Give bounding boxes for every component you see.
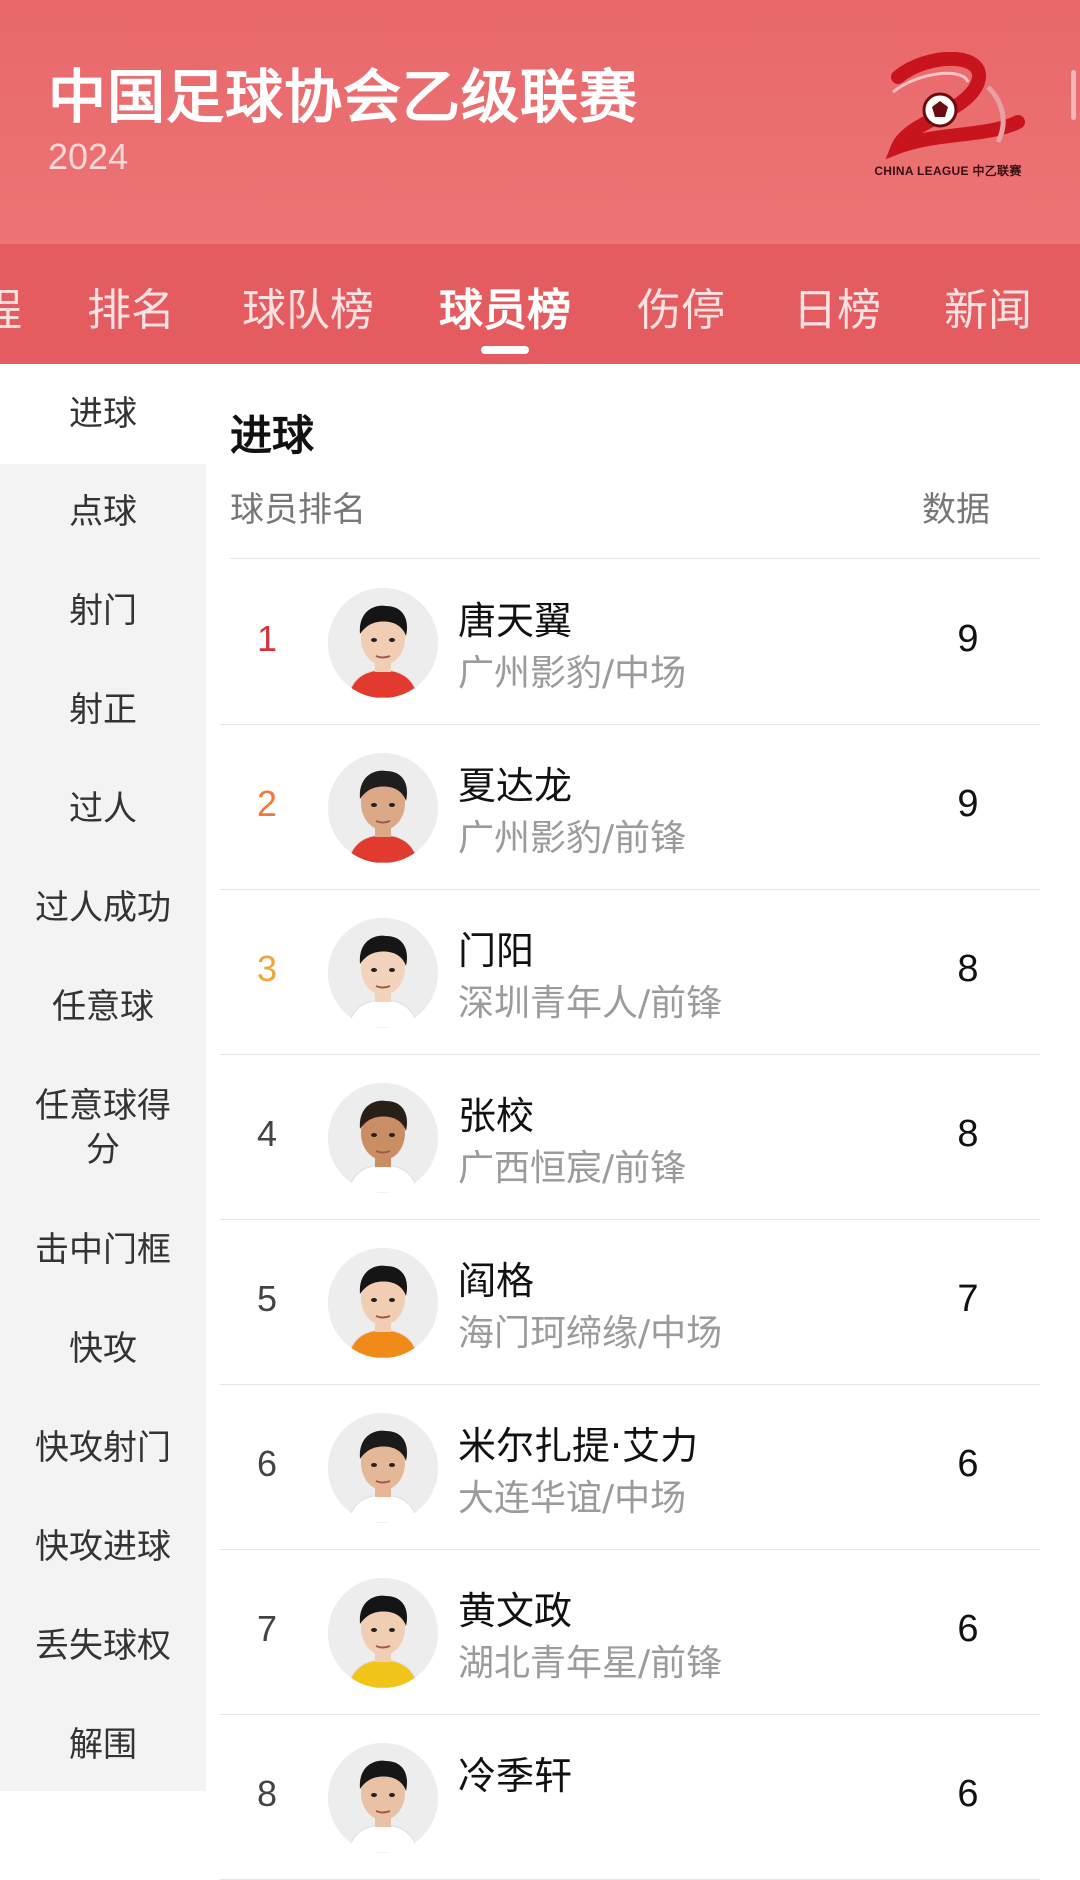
player-avatar xyxy=(328,588,438,698)
player-avatar xyxy=(328,753,438,863)
rank-number: 8 xyxy=(256,1773,278,1814)
player-photo-icon xyxy=(328,1578,438,1688)
sidebar-item-clearances[interactable]: 解围 xyxy=(0,1723,206,1767)
player-stat-value: 7 xyxy=(957,1278,979,1320)
player-photo-icon xyxy=(328,1248,438,1358)
player-name: 黄文政 xyxy=(458,1589,573,1633)
player-stat-value: 6 xyxy=(957,1773,979,1815)
tab-daily[interactable]: 日榜 xyxy=(793,274,881,338)
player-team-position: 海门珂缔缘/中场 xyxy=(458,1313,723,1354)
player-row[interactable]: 8 冷季轩 6 xyxy=(206,1715,1080,1880)
player-name: 门阳 xyxy=(458,929,535,973)
tab-team-stats[interactable]: 球队榜 xyxy=(242,274,374,338)
player-row[interactable]: 7 黄文政湖北青年星/前锋 6 xyxy=(206,1550,1080,1715)
player-row[interactable]: 6 米尔扎提·艾力 大连华谊/中场 6 xyxy=(206,1385,1080,1550)
sidebar-item-penalties[interactable]: 点球 xyxy=(0,490,206,534)
stat-category-sidebar: 进球 点球 射门 射正 过人 过人成功 任意球 任意球得 分 击中门框 快攻 快… xyxy=(0,364,206,1791)
league-logo-icon xyxy=(885,51,1025,160)
player-avatar xyxy=(328,1743,438,1853)
rank-number: 1 xyxy=(256,618,278,659)
sidebar-item-counter-goals[interactable]: 快攻进球 xyxy=(0,1525,206,1569)
section-title: 进球 xyxy=(230,411,315,460)
sidebar-item-label: 任意球得 xyxy=(35,1086,171,1126)
sidebar-item-successful-dribbles[interactable]: 过人成功 xyxy=(0,886,206,930)
tab-standings[interactable]: 排名 xyxy=(87,274,175,338)
tab-schedule[interactable]: 程 xyxy=(0,274,22,338)
player-photo-icon xyxy=(328,588,438,698)
header-divider xyxy=(230,558,1040,559)
tab-player-stats[interactable]: 球员榜 xyxy=(439,274,571,338)
player-stat-value: 6 xyxy=(957,1443,979,1485)
player-avatar xyxy=(328,1083,438,1193)
player-name: 张校 xyxy=(458,1094,535,1138)
player-photo-icon xyxy=(328,1413,438,1523)
player-photo-icon xyxy=(328,918,438,1028)
rank-number: 3 xyxy=(256,948,278,989)
league-title: 中国足球协会乙级联赛 xyxy=(48,63,639,131)
rank-number: 5 xyxy=(256,1278,278,1319)
player-ranking-panel: 进球 球员排名 数据 1 唐天翼广州影豹/中场 9 2 夏达龙广州影豹/前锋 9 3 门阳深圳… xyxy=(206,364,1080,1880)
tab-news[interactable]: 新闻 xyxy=(944,274,1032,338)
player-team-position: 广州影豹/中场 xyxy=(458,653,687,694)
player-team-position: 广州影豹/前锋 xyxy=(458,818,687,859)
player-photo-icon xyxy=(328,753,438,863)
player-avatar xyxy=(328,1413,438,1523)
tab-injuries[interactable]: 伤停 xyxy=(637,274,725,338)
player-row[interactable]: 3 门阳深圳青年人/前锋 8 xyxy=(206,890,1080,1055)
player-avatar xyxy=(328,1578,438,1688)
rank-number: 7 xyxy=(256,1608,278,1649)
player-stat-value: 6 xyxy=(957,1608,979,1650)
league-header: 中国足球协会乙级联赛 2024 CHINA LEAGUE 中乙联赛 xyxy=(0,0,1080,244)
sidebar-item-counter-attacks[interactable]: 快攻 xyxy=(0,1327,206,1371)
player-stat-value: 9 xyxy=(957,783,979,825)
sidebar-item-free-kicks[interactable]: 任意球 xyxy=(0,985,206,1029)
sidebar-item-possession-lost[interactable]: 丢失球权 xyxy=(0,1624,206,1668)
logo-caption: CHINA LEAGUE 中乙联赛 xyxy=(874,164,1022,178)
player-row[interactable]: 1 唐天翼广州影豹/中场 9 xyxy=(206,560,1080,725)
sidebar-item-free-kick-goals[interactable]: 任意球得 分 xyxy=(0,1084,206,1172)
player-name: 冷季轩 xyxy=(458,1754,573,1798)
player-team-position: 深圳青年人/前锋 xyxy=(458,983,723,1024)
player-team-position: 广西恒宸/前锋 xyxy=(458,1148,687,1189)
player-row[interactable]: 5 阎格海门珂缔缘/中场 7 xyxy=(206,1220,1080,1385)
league-logo: CHINA LEAGUE 中乙联赛 xyxy=(868,51,1028,182)
player-photo-icon xyxy=(328,1743,438,1853)
player-avatar xyxy=(328,918,438,1028)
active-tab-indicator xyxy=(481,346,529,354)
sidebar-item-shots[interactable]: 射门 xyxy=(0,589,206,633)
column-header-data: 数据 xyxy=(922,490,990,530)
sidebar-item-shots-on-target[interactable]: 射正 xyxy=(0,688,206,732)
player-row[interactable]: 4 张校广西恒宸/前锋 8 xyxy=(206,1055,1080,1220)
player-avatar xyxy=(328,1248,438,1358)
player-stat-value: 8 xyxy=(957,948,979,990)
scrollbar[interactable] xyxy=(1071,70,1076,120)
player-row[interactable]: 2 夏达龙广州影豹/前锋 9 xyxy=(206,725,1080,890)
rank-number: 6 xyxy=(256,1443,278,1484)
sidebar-item-label-line2: 分 xyxy=(86,1130,120,1170)
player-photo-icon xyxy=(328,1083,438,1193)
player-stat-value: 8 xyxy=(957,1113,979,1155)
player-name: 夏达龙 xyxy=(458,764,573,808)
sidebar-item-woodwork[interactable]: 击中门框 xyxy=(0,1228,206,1272)
tab-bar: 程 排名 球队榜 球员榜 伤停 日榜 新闻 xyxy=(0,244,1080,364)
sidebar-item-dribbles[interactable]: 过人 xyxy=(0,787,206,831)
player-name: 阎格 xyxy=(458,1259,535,1303)
player-stat-value: 9 xyxy=(957,618,979,660)
rank-number: 4 xyxy=(256,1113,278,1154)
season-year: 2024 xyxy=(48,136,129,177)
player-name: 唐天翼 xyxy=(458,599,573,643)
sidebar-item-counter-shots[interactable]: 快攻射门 xyxy=(0,1426,206,1470)
column-header-player: 球员排名 xyxy=(230,490,366,530)
player-team-position: 大连华谊/中场 xyxy=(458,1478,687,1519)
player-team-position: 湖北青年星/前锋 xyxy=(458,1643,723,1684)
sidebar-item-goals[interactable]: 进球 xyxy=(0,364,206,464)
player-name: 米尔扎提·艾力 xyxy=(458,1424,699,1468)
rank-number: 2 xyxy=(256,783,278,824)
